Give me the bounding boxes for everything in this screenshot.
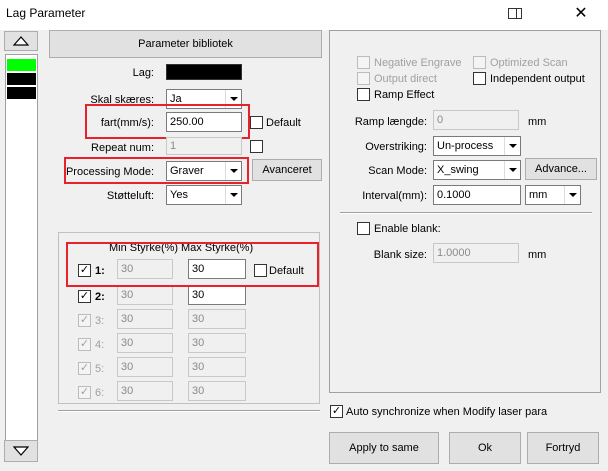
- output-direct-label: Output direct: [374, 73, 437, 85]
- power-row-4-checkbox[interactable]: ✓: [78, 338, 91, 351]
- chevron-down-icon: [504, 161, 520, 179]
- optimized-scan-checkbox[interactable]: [473, 56, 486, 69]
- layer-swatch-black-1[interactable]: [7, 73, 36, 85]
- scan-mode-select[interactable]: X_swing: [433, 160, 521, 180]
- right-divider: [340, 212, 592, 214]
- auto-sync-label: Auto synchronize when Modify laser para: [346, 406, 548, 418]
- negative-engrave-checkbox[interactable]: [357, 56, 370, 69]
- layer-swatch-green[interactable]: [7, 59, 36, 71]
- power-row-5-label: 5:: [95, 363, 105, 375]
- power-row-5-min-input: 30: [117, 357, 173, 377]
- optimized-scan-label: Optimized Scan: [490, 57, 568, 69]
- chevron-down-icon: [225, 186, 241, 204]
- interval-unit-value: mm: [529, 189, 548, 201]
- avanceret-button[interactable]: Avanceret: [252, 159, 322, 181]
- left-rail: [3, 30, 40, 471]
- repeat-input: 1: [166, 137, 242, 155]
- power-row-6-checkbox[interactable]: ✓: [78, 386, 91, 399]
- ramp-effect-label: Ramp Effect: [374, 89, 435, 101]
- parameter-library-button[interactable]: Parameter bibliotek: [49, 30, 322, 58]
- independent-output-checkbox[interactable]: [473, 72, 486, 85]
- power-row-3-max-input: 30: [188, 309, 246, 329]
- negative-engrave-label: Negative Engrave: [374, 57, 462, 69]
- independent-output-label: Independent output: [490, 73, 585, 85]
- restore-icon[interactable]: [508, 8, 522, 19]
- fart-default-label: Default: [266, 117, 301, 129]
- ramp-length-label: Ramp længde:: [354, 116, 427, 128]
- stotte-label: Støtteluft:: [106, 190, 154, 202]
- layer-list[interactable]: [5, 54, 38, 445]
- power-row-4-label: 4:: [95, 339, 105, 351]
- highlight-power: [66, 242, 319, 287]
- repeat-checkbox[interactable]: [250, 140, 263, 153]
- ramp-length-unit: mm: [528, 116, 547, 128]
- scroll-up-button[interactable]: [4, 31, 38, 51]
- overstriking-value: Un-process: [437, 140, 494, 152]
- lag-label: Lag:: [132, 67, 154, 79]
- interval-label: Interval(mm):: [362, 190, 427, 202]
- power-row-5-max-input: 30: [188, 357, 246, 377]
- power-row-2-checkbox[interactable]: ✓: [78, 290, 91, 303]
- blank-size-input: 1.0000: [433, 243, 519, 263]
- power-row-2-min-input: 30: [117, 285, 173, 305]
- stotte-value: Yes: [170, 189, 188, 201]
- interval-unit-select[interactable]: mm: [525, 185, 581, 205]
- left-bottom-divider: [58, 410, 320, 412]
- ramp-effect-checkbox[interactable]: [357, 88, 370, 101]
- overstriking-label: Overstriking:: [365, 141, 427, 153]
- lag-color-box[interactable]: [166, 64, 242, 80]
- power-row-6-max-input: 30: [188, 381, 246, 401]
- power-row-3-label: 3:: [95, 315, 105, 327]
- fart-default-checkbox[interactable]: [250, 116, 263, 129]
- highlight-mode: [64, 157, 249, 184]
- blank-size-unit: mm: [528, 249, 547, 261]
- repeat-label: Repeat num:: [91, 142, 154, 154]
- power-row-3-checkbox[interactable]: ✓: [78, 314, 91, 327]
- power-row-4-min-input: 30: [117, 333, 173, 353]
- ok-button[interactable]: Ok: [449, 432, 521, 464]
- scan-mode-label: Scan Mode:: [368, 165, 427, 177]
- auto-sync-checkbox[interactable]: ✓: [330, 405, 343, 418]
- layer-swatch-black-2[interactable]: [7, 87, 36, 99]
- close-button[interactable]: ✕: [566, 2, 596, 26]
- ramp-length-input: 0: [433, 110, 519, 130]
- stotte-select[interactable]: Yes: [166, 185, 242, 205]
- cancel-button[interactable]: Fortryd: [527, 432, 599, 464]
- power-row-3-min-input: 30: [117, 309, 173, 329]
- power-row-2-max-input[interactable]: 30: [188, 285, 246, 305]
- apply-to-same-button[interactable]: Apply to same: [329, 432, 439, 464]
- enable-blank-checkbox[interactable]: [357, 222, 370, 235]
- blank-size-label: Blank size:: [373, 249, 427, 261]
- chevron-down-icon: [504, 137, 520, 155]
- overstriking-select[interactable]: Un-process: [433, 136, 521, 156]
- enable-blank-label: Enable blank:: [374, 223, 441, 235]
- power-row-6-label: 6:: [95, 387, 105, 399]
- scan-mode-value: X_swing: [437, 164, 479, 176]
- power-row-4-max-input: 30: [188, 333, 246, 353]
- triangle-up-icon: [13, 36, 29, 46]
- highlight-fart: [85, 104, 250, 139]
- power-row-5-checkbox[interactable]: ✓: [78, 362, 91, 375]
- triangle-down-icon: [13, 446, 29, 456]
- power-row-6-min-input: 30: [117, 381, 173, 401]
- output-direct-checkbox[interactable]: [357, 72, 370, 85]
- window-title: Lag Parameter: [6, 6, 86, 20]
- scroll-down-button[interactable]: [4, 440, 38, 462]
- chevron-down-icon: [564, 186, 580, 204]
- power-row-2-label: 2:: [95, 291, 105, 303]
- interval-input[interactable]: 0.1000: [433, 185, 521, 205]
- advance-button[interactable]: Advance...: [525, 158, 597, 180]
